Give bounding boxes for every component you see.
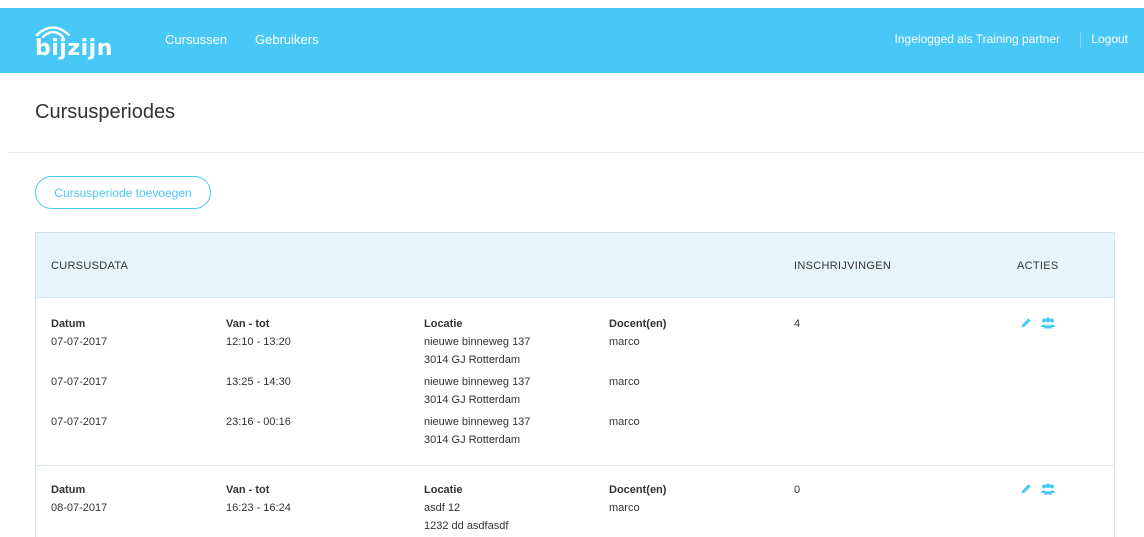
title-divider — [8, 152, 1144, 153]
logout-link[interactable]: Logout — [1091, 32, 1128, 46]
cursusperiodes-table: CURSUSDATA INSCHRIJVINGEN ACTIES Datum V… — [35, 232, 1115, 537]
users-icon[interactable] — [1040, 482, 1056, 496]
session-adres: nieuwe binneweg 137 — [424, 416, 531, 428]
session-datum: 07-07-2017 — [51, 336, 108, 348]
session-postcode: 3014 GJ Rotterdam — [424, 394, 520, 406]
page-title: Cursusperiodes — [35, 101, 176, 123]
nav-gebruikers[interactable]: Gebruikers — [255, 32, 319, 47]
session-adres: asdf 12 — [424, 502, 461, 514]
session-docent: marco — [609, 502, 640, 514]
sub-header-docenten: Docent(en) — [609, 484, 667, 496]
session-docent: marco — [609, 336, 640, 348]
sub-header-docenten: Docent(en) — [609, 318, 667, 330]
session-datum: 08-07-2017 — [51, 502, 108, 514]
sub-header-van-tot: Van - tot — [226, 318, 270, 330]
table-header: CURSUSDATA INSCHRIJVINGEN ACTIES — [36, 233, 1114, 298]
nav-separator — [1080, 32, 1081, 48]
table-row: Datum Van - tot Locatie Docent(en) 4 07-… — [36, 298, 1114, 466]
session-postcode: 3014 GJ Rotterdam — [424, 354, 520, 366]
sub-header-locatie: Locatie — [424, 318, 463, 330]
pencil-icon[interactable] — [1018, 316, 1034, 330]
session-docent: marco — [609, 416, 640, 428]
session-datum: 07-07-2017 — [51, 416, 108, 428]
sub-header-van-tot: Van - tot — [226, 484, 270, 496]
column-header-cursusdata: CURSUSDATA — [51, 260, 129, 272]
column-header-inschrijvingen: INSCHRIJVINGEN — [794, 260, 892, 272]
sub-header-locatie: Locatie — [424, 484, 463, 496]
logo-text: bijzijn — [35, 36, 113, 61]
session-tijd: 13:25 - 14:30 — [226, 376, 291, 388]
session-adres: nieuwe binneweg 137 — [424, 336, 531, 348]
session-postcode: 3014 GJ Rotterdam — [424, 434, 520, 446]
column-header-acties: ACTIES — [1017, 260, 1059, 272]
add-cursusperiode-button[interactable]: Cursusperiode toevoegen — [35, 176, 211, 209]
inschrijvingen-count: 4 — [794, 318, 801, 330]
row-actions — [1018, 316, 1056, 330]
pencil-icon[interactable] — [1018, 482, 1034, 496]
session-tijd: 12:10 - 13:20 — [226, 336, 291, 348]
session-adres: nieuwe binneweg 137 — [424, 376, 531, 388]
session-tijd: 23:16 - 00:16 — [226, 416, 291, 428]
sub-header-datum: Datum — [51, 318, 86, 330]
users-icon[interactable] — [1040, 316, 1056, 330]
top-navbar: bijzijn Cursussen Gebruikers Ingelogged … — [0, 8, 1144, 73]
session-postcode: 1232 dd asdfasdf — [424, 520, 509, 532]
inschrijvingen-count: 0 — [794, 484, 801, 496]
table-row: Datum Van - tot Locatie Docent(en) 0 08-… — [36, 466, 1114, 537]
session-datum: 07-07-2017 — [51, 376, 108, 388]
row-actions — [1018, 482, 1056, 496]
bijzijn-logo[interactable]: bijzijn — [35, 24, 115, 61]
nav-cursussen[interactable]: Cursussen — [165, 32, 227, 47]
session-tijd: 16:23 - 16:24 — [226, 502, 291, 514]
sub-header-datum: Datum — [51, 484, 86, 496]
session-docent: marco — [609, 376, 640, 388]
logged-in-user-label: Ingelogged als Training partner — [894, 32, 1060, 46]
